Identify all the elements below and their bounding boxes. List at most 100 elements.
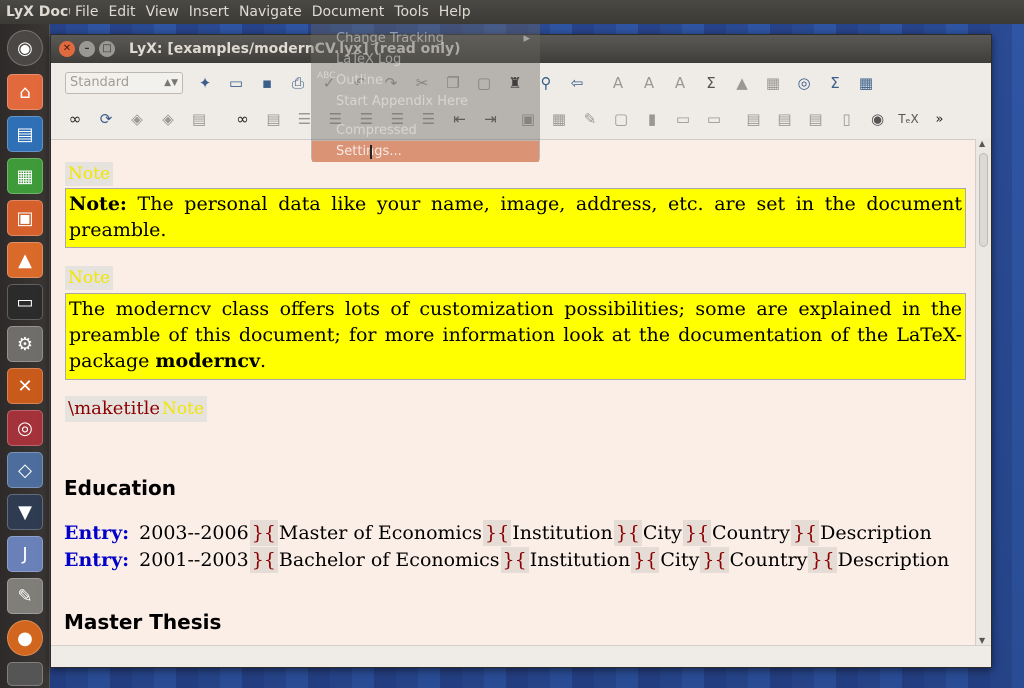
- insert-nomencl-icon[interactable]: ▤: [804, 107, 828, 131]
- close-window-icon[interactable]: ✕: [59, 41, 75, 57]
- chevron-down-icon: ▲▼: [164, 78, 178, 88]
- section-education: Education: [64, 476, 176, 500]
- insert-bib-icon[interactable]: ▯: [835, 107, 859, 131]
- toolbar-overflow-icon[interactable]: »: [928, 107, 952, 131]
- insert-note-icon[interactable]: ▭: [671, 107, 695, 131]
- menu-navigate[interactable]: Navigate: [234, 0, 307, 24]
- workspace-icon[interactable]: [7, 662, 43, 686]
- menu-item-start-appendix[interactable]: Start Appendix Here: [336, 91, 536, 112]
- navigate-back-icon[interactable]: ⇦: [565, 71, 589, 95]
- lyx-icon[interactable]: ✕: [7, 368, 43, 404]
- view-dvi-icon[interactable]: ◈: [125, 107, 149, 131]
- dash-home-icon[interactable]: ◉: [7, 30, 43, 66]
- insert-table-icon[interactable]: ▦: [761, 71, 785, 95]
- print-icon[interactable]: ⎙: [286, 71, 310, 95]
- insert-footnote-icon[interactable]: ▮: [640, 107, 664, 131]
- cv-entry[interactable]: Entry: 2003--2006}{Master of Economics}{I…: [64, 520, 932, 546]
- home-folder-icon[interactable]: ⌂: [7, 74, 43, 110]
- note-inset-2[interactable]: The moderncv class offers lots of custom…: [65, 293, 966, 380]
- noun-icon[interactable]: A: [637, 71, 661, 95]
- firefox-icon[interactable]: ●: [7, 620, 43, 656]
- note-label[interactable]: Note: [65, 162, 114, 186]
- ert-separator: }{: [249, 547, 278, 573]
- insert-cross-ref-icon[interactable]: ▢: [609, 107, 633, 131]
- view-pdf-icon[interactable]: ∞: [63, 107, 87, 131]
- note-label[interactable]: Note: [159, 396, 208, 422]
- new-document-icon[interactable]: ✦: [193, 71, 217, 95]
- submenu-arrow-icon: ▸: [523, 31, 530, 46]
- status-bar: [51, 645, 991, 667]
- emphasis-icon[interactable]: A: [606, 71, 630, 95]
- text-style-icon[interactable]: A: [668, 71, 692, 95]
- virtualbox-icon[interactable]: ◇: [7, 452, 43, 488]
- note-label[interactable]: Note: [65, 266, 114, 290]
- paragraph-style-select[interactable]: Standard ▲▼: [65, 72, 183, 94]
- ert-separator: }{: [700, 547, 729, 573]
- menubar: File Edit View Insert Navigate Document …: [70, 0, 476, 24]
- settings-icon[interactable]: ⚙: [7, 326, 43, 362]
- view-source-icon[interactable]: ◎: [792, 71, 816, 95]
- view-other-icon[interactable]: ▤: [187, 107, 211, 131]
- math-panel-icon[interactable]: Σ: [823, 71, 847, 95]
- menu-document[interactable]: Document: [307, 0, 390, 24]
- table-panel-icon[interactable]: ▦: [854, 71, 878, 95]
- outline-icon: ABC: [317, 71, 336, 81]
- music-app-icon[interactable]: ◎: [7, 410, 43, 446]
- minimize-window-icon[interactable]: –: [79, 41, 95, 57]
- software-center-icon[interactable]: ▲: [7, 242, 43, 278]
- math-icon[interactable]: Σ: [699, 71, 723, 95]
- update-dvi-icon[interactable]: ◈: [156, 107, 180, 131]
- insert-url-icon[interactable]: ◉: [866, 107, 890, 131]
- menu-item-change-tracking[interactable]: Change Tracking ▸: [336, 28, 536, 49]
- menu-item-latex-log[interactable]: LaTeX Log: [336, 49, 536, 70]
- insert-index-icon[interactable]: ▤: [773, 107, 797, 131]
- view-ps-icon[interactable]: ∞: [231, 107, 255, 131]
- text-editor-icon[interactable]: ✎: [7, 578, 43, 614]
- menu-item-compressed[interactable]: Compressed: [336, 120, 536, 141]
- open-document-icon[interactable]: ▭: [224, 71, 248, 95]
- insert-box-icon[interactable]: ▭: [702, 107, 726, 131]
- app-name: LyX Document: [6, 4, 70, 20]
- menu-tools[interactable]: Tools: [389, 0, 434, 24]
- insert-table-float-icon[interactable]: ▦: [547, 107, 571, 131]
- menu-item-settings[interactable]: Settings...: [312, 141, 539, 162]
- toc-icon[interactable]: ▤: [742, 107, 766, 131]
- save-icon[interactable]: ▪: [255, 71, 279, 95]
- ert-separator: }{: [500, 547, 529, 573]
- entry-city: City: [642, 522, 682, 544]
- menu-view[interactable]: View: [141, 0, 184, 24]
- calc-icon[interactable]: ▦: [7, 158, 43, 194]
- menu-item-label: Change Tracking: [336, 31, 445, 46]
- impress-icon[interactable]: ▣: [7, 200, 43, 236]
- menu-help[interactable]: Help: [434, 0, 476, 24]
- menu-edit[interactable]: Edit: [103, 0, 140, 24]
- entry-institution: Institution: [529, 549, 631, 571]
- insert-label-icon[interactable]: ✎: [578, 107, 602, 131]
- document-area[interactable]: Note Note: The personal data like your n…: [51, 139, 977, 645]
- scroll-up-icon[interactable]: ▲: [979, 139, 985, 148]
- scroll-down-icon[interactable]: ▼: [979, 636, 985, 645]
- inkscape-icon[interactable]: ▼: [7, 494, 43, 530]
- note-inset-1[interactable]: Note: The personal data like your name, …: [65, 188, 966, 248]
- jabref-icon[interactable]: J: [7, 536, 43, 572]
- menu-insert[interactable]: Insert: [184, 0, 234, 24]
- vertical-scrollbar[interactable]: ▲ ▼: [975, 139, 991, 645]
- maximize-window-icon[interactable]: □: [99, 41, 115, 57]
- menu-file[interactable]: File: [70, 0, 103, 24]
- terminal-icon[interactable]: ▭: [7, 284, 43, 320]
- writer-icon[interactable]: ▤: [7, 116, 43, 152]
- insert-tex-icon[interactable]: TₑX: [897, 107, 921, 131]
- update-pdf-icon[interactable]: ⟳: [94, 107, 118, 131]
- update-ps-icon[interactable]: ▤: [262, 107, 286, 131]
- cv-entry[interactable]: Entry: 2001--2003}{Bachelor of Economics}…: [64, 547, 949, 573]
- top-panel: LyX Document File Edit View Insert Navig…: [0, 0, 1024, 24]
- menu-item-outline[interactable]: Outline: [336, 70, 536, 91]
- insert-graphics-icon[interactable]: ▲: [730, 71, 754, 95]
- ert-separator: }{: [682, 520, 712, 546]
- note-bold-prefix: Note:: [69, 193, 127, 215]
- launcher: ◉ ⌂ ▤ ▦ ▣ ▲ ▭ ⚙ ✕ ◎ ◇ ▼ J ✎ ●: [0, 24, 50, 688]
- note-text-2b: .: [260, 350, 267, 372]
- ert-separator: }{: [249, 520, 278, 546]
- scrollbar-thumb[interactable]: [979, 153, 988, 247]
- maketitle-ert[interactable]: \maketitle: [65, 396, 164, 422]
